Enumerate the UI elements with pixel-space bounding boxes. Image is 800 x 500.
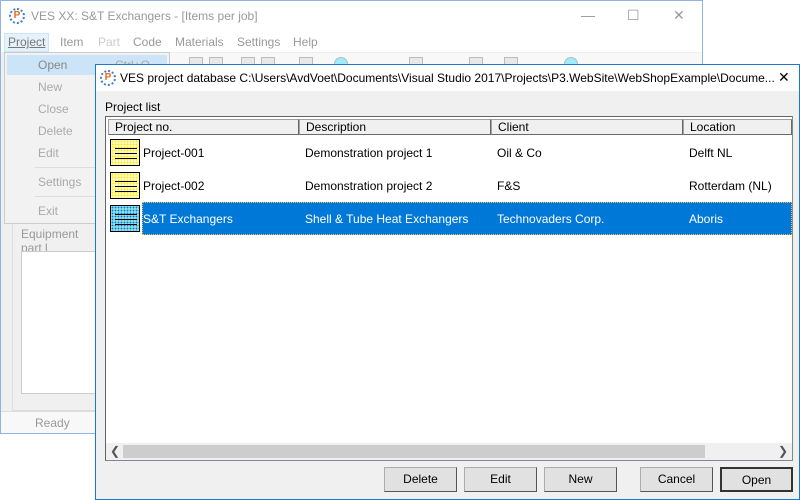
project-list[interactable]: Project no. Description Client Location …	[105, 116, 793, 461]
main-title: VES XX: S&T Exchangers - [Items per job]	[31, 9, 258, 23]
cell-description: Demonstration project 1	[305, 146, 433, 160]
menu-settings[interactable]: Settings	[237, 35, 280, 49]
table-row-selected[interactable]: S&T Exchangers Shell & Tube Heat Exchang…	[108, 202, 792, 235]
project-list-label: Project list	[105, 100, 161, 114]
table-row[interactable]: Project-001 Demonstration project 1 Oil …	[108, 136, 792, 169]
cell-location: Delft NL	[689, 146, 733, 160]
folder-icon	[110, 139, 140, 166]
menu-bar: Project Item Part Code Materials Setting…	[1, 32, 702, 52]
menu-settings-item[interactable]: Settings	[38, 175, 81, 189]
delete-button[interactable]: Delete	[384, 467, 457, 492]
cell-description: Demonstration project 2	[305, 179, 433, 193]
menu-close[interactable]: Close	[38, 102, 69, 116]
close-button[interactable]: ✕	[673, 7, 685, 24]
horizontal-scrollbar[interactable]: ❮ ❯	[106, 443, 792, 460]
menu-materials[interactable]: Materials	[175, 35, 224, 49]
menu-delete[interactable]: Delete	[38, 124, 73, 138]
maximize-button[interactable]: ☐	[627, 7, 640, 24]
cell-client: F&S	[497, 179, 521, 193]
cell-description: Shell & Tube Heat Exchangers	[305, 212, 469, 226]
column-header-description[interactable]: Description	[299, 119, 491, 135]
cell-client: Technovaders Corp.	[497, 212, 605, 226]
table-row[interactable]: Project-002 Demonstration project 2 F&S …	[108, 169, 792, 202]
column-header-location[interactable]: Location	[683, 119, 792, 135]
menu-part[interactable]: Part	[98, 35, 120, 49]
cell-project-no: S&T Exchangers	[143, 212, 233, 226]
menu-help[interactable]: Help	[293, 35, 318, 49]
new-button[interactable]: New	[544, 467, 617, 492]
scrollbar-thumb[interactable]	[123, 445, 705, 458]
equipment-panel: Equipment part l	[12, 223, 111, 411]
cell-project-no: Project-001	[143, 146, 205, 160]
menu-open[interactable]: Open	[38, 58, 67, 72]
menu-project[interactable]: Project	[4, 33, 50, 52]
menu-item[interactable]: Item	[60, 35, 83, 49]
dialog-title: VES project database C:\Users\AvdVoet\Do…	[120, 71, 775, 85]
edit-button[interactable]: Edit	[464, 467, 537, 492]
menu-exit[interactable]: Exit	[38, 204, 58, 218]
cell-location: Aboris	[689, 212, 724, 226]
app-logo-icon: P	[100, 70, 116, 86]
minimize-button[interactable]: —	[581, 7, 595, 23]
cell-client: Oil & Co	[497, 146, 542, 160]
column-header-project-no[interactable]: Project no.	[108, 119, 299, 135]
open-button[interactable]: Open	[720, 467, 793, 492]
app-logo-icon: P	[9, 8, 25, 24]
scroll-left-icon[interactable]: ❮	[110, 444, 120, 458]
folder-icon	[110, 172, 140, 199]
folder-icon	[110, 205, 140, 232]
project-database-dialog: P VES project database C:\Users\AvdVoet\…	[95, 64, 800, 500]
cell-project-no: Project-002	[143, 179, 205, 193]
menu-edit[interactable]: Edit	[38, 146, 59, 160]
dialog-title-bar: P VES project database C:\Users\AvdVoet\…	[96, 65, 799, 91]
dialog-close-button[interactable]: ✕	[778, 69, 790, 86]
menu-code[interactable]: Code	[133, 35, 162, 49]
column-header-client[interactable]: Client	[491, 119, 683, 135]
cancel-button[interactable]: Cancel	[640, 467, 713, 492]
main-title-bar: P VES XX: S&T Exchangers - [Items per jo…	[1, 1, 702, 32]
menu-new[interactable]: New	[38, 80, 62, 94]
status-text: Ready	[35, 416, 70, 430]
scroll-right-icon[interactable]: ❯	[778, 444, 788, 458]
cell-location: Rotterdam (NL)	[689, 179, 772, 193]
